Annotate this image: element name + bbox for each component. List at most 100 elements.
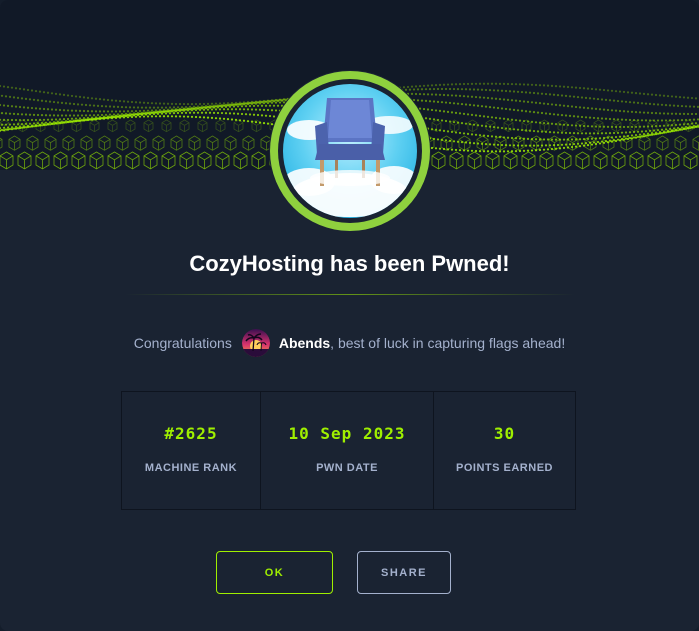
wave-dot — [56, 122, 60, 125]
grid-cube — [611, 151, 626, 170]
wave-dot — [162, 102, 166, 105]
wave-dot — [628, 131, 632, 134]
wave-dot — [618, 135, 622, 138]
wave-dot — [16, 113, 20, 116]
wave-dot — [236, 112, 240, 115]
wave-dot — [62, 118, 66, 121]
grid-cube — [467, 151, 482, 170]
wave-dot — [590, 137, 594, 140]
wave-dot — [458, 94, 462, 98]
wave-dot — [518, 119, 522, 122]
wave-dot — [684, 125, 688, 129]
share-button[interactable]: SHARE — [357, 551, 451, 594]
grid-cube — [215, 151, 230, 170]
wave-dot — [468, 103, 472, 107]
wave-dot — [608, 132, 612, 135]
wave-dot — [92, 114, 96, 117]
wave-dot — [478, 114, 482, 117]
grid-cube — [107, 151, 122, 170]
wave-dot — [174, 110, 178, 113]
wave-dot — [680, 126, 684, 129]
wave-dot — [436, 100, 440, 103]
wave-dot — [578, 138, 582, 141]
wave-dot — [446, 130, 450, 133]
wave-dot — [480, 88, 484, 91]
wave-dot — [246, 120, 250, 123]
wave-dot — [220, 106, 224, 109]
machine-avatar — [269, 70, 431, 232]
wave-dot — [442, 93, 446, 97]
wave-dot — [244, 113, 248, 116]
wave-dot — [222, 104, 226, 107]
wave-dot — [500, 107, 504, 110]
wave-dot — [640, 130, 644, 133]
wave-dot — [678, 123, 682, 126]
wave-dot — [4, 112, 8, 115]
grid-cube — [494, 135, 507, 151]
wave-dot — [512, 108, 516, 111]
wave-dot — [666, 130, 670, 134]
wave-dot — [576, 95, 580, 99]
wave-dot — [604, 117, 608, 120]
wave-dot — [152, 106, 156, 109]
wave-dot — [454, 94, 458, 97]
grid-cube — [0, 137, 3, 149]
grid-cube — [107, 119, 118, 133]
wave-dot — [432, 100, 436, 103]
wave-dot — [682, 96, 686, 99]
wave-dot — [614, 135, 618, 139]
ok-button[interactable]: OK — [216, 551, 333, 594]
wave-dot — [106, 117, 110, 120]
wave-dot — [544, 92, 548, 96]
wave-dot — [668, 104, 672, 107]
wave-dot — [590, 87, 594, 91]
congratulations-message: Congratulations Abends , best of luck in… — [0, 328, 699, 358]
wave-dot — [530, 101, 534, 104]
wave-dot — [572, 95, 576, 98]
wave-dot — [618, 109, 622, 113]
wave-dot — [666, 112, 670, 115]
wave-dot — [460, 102, 464, 106]
wave-dot — [250, 108, 254, 111]
wave-dot — [82, 96, 86, 99]
wave-dot — [514, 119, 518, 122]
wave-dot — [458, 83, 462, 86]
grid-cube — [233, 151, 248, 170]
grid-cube — [224, 135, 237, 151]
wave-dot — [254, 121, 258, 124]
wave-dot — [160, 112, 164, 115]
wave-dot — [32, 122, 36, 125]
wave-dot — [690, 96, 694, 100]
wave-dot — [536, 111, 540, 114]
grid-cube — [0, 119, 10, 133]
wave-dot — [34, 89, 38, 93]
wave-dot — [226, 118, 230, 121]
wave-dot — [494, 135, 498, 138]
wave-dot — [154, 111, 158, 114]
stat-value: #2625 — [164, 424, 218, 443]
wave-dot — [540, 111, 544, 115]
wave-dot — [648, 133, 652, 137]
wave-dot — [154, 115, 158, 118]
wave-dot — [128, 106, 132, 109]
wave-dot — [578, 106, 582, 109]
wave-dot — [514, 150, 518, 153]
wave-dot — [664, 119, 668, 122]
wave-dot — [260, 114, 264, 117]
wave-dot — [20, 97, 24, 100]
wave-dot — [216, 111, 220, 115]
wave-dot — [628, 118, 632, 122]
grid-cube — [152, 135, 165, 151]
wave-dot — [256, 104, 260, 107]
wave-dot — [614, 109, 618, 112]
wave-dot — [470, 149, 474, 152]
wave-dot — [46, 91, 50, 94]
wave-dot — [656, 119, 660, 122]
wave-dot — [64, 114, 68, 117]
wave-dot — [230, 104, 234, 107]
wave-dot — [588, 97, 592, 100]
wave-dot — [660, 103, 664, 106]
wave-dot — [58, 108, 62, 112]
wave-dot — [250, 102, 254, 105]
wave-dot — [208, 106, 212, 109]
